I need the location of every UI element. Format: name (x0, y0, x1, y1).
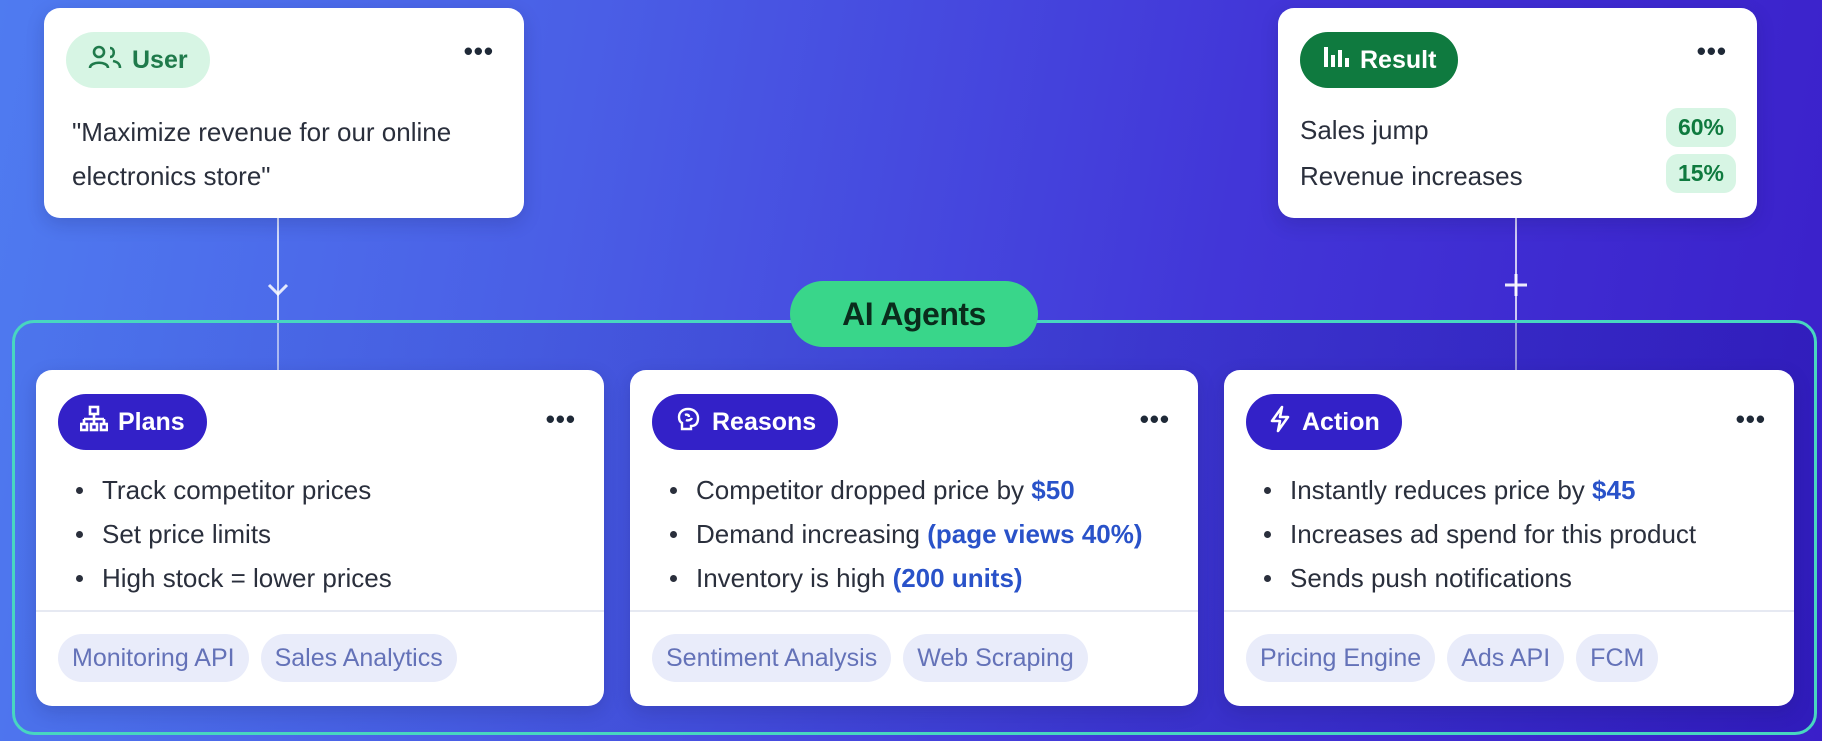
reasons-pill: Reasons (652, 394, 839, 450)
user-more-icon[interactable]: ••• (464, 38, 494, 64)
action-pill: Action (1246, 394, 1402, 450)
user-quote: "Maximize revenue for our online electro… (72, 110, 451, 198)
result-metric-label: Sales jump (1300, 115, 1429, 145)
result-metric-label: Revenue increases (1300, 161, 1523, 191)
list-item: Increases ad spend for this product (1260, 512, 1696, 556)
bar-chart-icon (1322, 44, 1350, 77)
plans-pill-label: Plans (118, 407, 185, 436)
list-item: Competitor dropped price by $50 (666, 468, 1143, 512)
list-item: High stock = lower prices (72, 556, 392, 600)
tag: FCM (1576, 634, 1659, 682)
reasons-tags: Sentiment Analysis Web Scraping (652, 634, 1088, 682)
action-card: Action ••• Instantly reduces price by $4… (1224, 370, 1794, 706)
ai-agents-label: AI Agents (790, 281, 1038, 347)
divider (630, 610, 1198, 612)
plus-icon (1502, 271, 1530, 304)
result-metric-row: Sales jump 60% (1300, 106, 1736, 152)
tag: Ads API (1447, 634, 1565, 682)
tag: Sales Analytics (260, 634, 457, 682)
action-list: Instantly reduces price by $45 Increases… (1260, 468, 1696, 600)
plans-pill: Plans (58, 394, 207, 450)
user-card: User ••• "Maximize revenue for our onlin… (44, 8, 524, 218)
user-pill-label: User (132, 45, 188, 74)
result-metric-row: Revenue increases 15% (1300, 152, 1736, 198)
reasons-list: Competitor dropped price by $50 Demand i… (666, 468, 1143, 600)
action-tags: Pricing Engine Ads API FCM (1246, 634, 1659, 682)
tag: Monitoring API (58, 634, 249, 682)
list-item: Inventory is high (200 units) (666, 556, 1143, 600)
result-card: Result ••• Sales jump 60% Revenue increa… (1278, 8, 1757, 218)
list-item: Track competitor prices (72, 468, 392, 512)
result-more-icon[interactable]: ••• (1697, 38, 1727, 64)
action-more-icon[interactable]: ••• (1736, 406, 1766, 432)
list-item: Set price limits (72, 512, 392, 556)
tag: Pricing Engine (1246, 634, 1436, 682)
plans-tags: Monitoring API Sales Analytics (58, 634, 457, 682)
plans-list: Track competitor prices Set price limits… (72, 468, 392, 600)
result-pill: Result (1300, 32, 1459, 88)
reasons-card: Reasons ••• Competitor dropped price by … (630, 370, 1198, 706)
divider (1224, 610, 1794, 612)
tag: Sentiment Analysis (652, 634, 892, 682)
result-metric-badge: 15% (1665, 154, 1736, 193)
divider (36, 610, 604, 612)
user-quote-line1: "Maximize revenue for our online (72, 117, 452, 147)
action-pill-label: Action (1302, 407, 1380, 436)
chevron-down-icon (266, 282, 290, 303)
lightning-icon (1268, 405, 1292, 440)
plans-more-icon[interactable]: ••• (546, 406, 576, 432)
hierarchy-icon (79, 405, 109, 440)
user-pill: User (66, 32, 210, 88)
result-pill-label: Result (1360, 45, 1437, 74)
list-item: Sends push notifications (1260, 556, 1696, 600)
brain-icon (674, 405, 702, 440)
reasons-more-icon[interactable]: ••• (1140, 406, 1170, 432)
result-metric-badge: 60% (1665, 108, 1736, 147)
list-item: Demand increasing (page views 40%) (666, 512, 1143, 556)
tag: Web Scraping (903, 634, 1088, 682)
list-item: Instantly reduces price by $45 (1260, 468, 1696, 512)
reasons-pill-label: Reasons (712, 407, 817, 436)
plans-card: Plans ••• Track competitor prices Set pr… (36, 370, 604, 706)
user-group-icon (88, 43, 122, 78)
user-quote-line2: electronics store" (72, 161, 271, 191)
